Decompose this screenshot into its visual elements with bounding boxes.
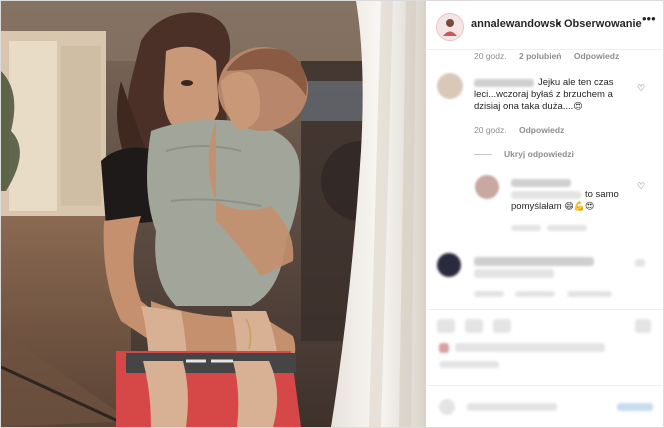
publish-button-blurred[interactable] xyxy=(617,403,653,411)
comment-2-meta: 20 godz. Odpowiedz xyxy=(474,125,574,135)
reply-line-2: pomyślałam 😄💪😍 xyxy=(511,201,594,213)
reply-avatar[interactable] xyxy=(475,175,499,199)
reply-meta-blurred xyxy=(547,225,587,231)
comment-likes[interactable]: 2 polubień xyxy=(519,51,562,61)
comment-3-blurred xyxy=(474,257,594,266)
comment-box-divider xyxy=(427,385,663,386)
more-horizontal-icon[interactable]: ••• xyxy=(642,11,656,26)
comment-time: 20 godz. xyxy=(474,51,507,61)
liked-by-blurred xyxy=(455,343,605,352)
like-comment-heart-icon[interactable]: ♡ xyxy=(637,83,645,94)
reply-emojis: 😄💪😍 xyxy=(564,202,595,212)
comment-2-line-1: Jejku ale ten czas xyxy=(538,77,614,88)
following-button[interactable]: Obserwowanie xyxy=(564,18,642,30)
comment-3-blurred xyxy=(474,269,554,278)
post-photo[interactable] xyxy=(1,1,426,427)
reply-text: pomyślałam xyxy=(511,201,562,212)
reply-line-1: to samo xyxy=(585,189,619,200)
comment-3-meta-blurred xyxy=(515,291,555,297)
hide-replies-label: Ukryj odpowiedzi xyxy=(504,149,574,159)
comment-2-line-3: dzisiaj ona taka duża....😍 xyxy=(474,101,583,113)
post-date-blurred xyxy=(439,361,499,368)
reply-username-blurred[interactable] xyxy=(511,179,571,187)
reply-meta-blurred xyxy=(511,225,541,231)
commenter-avatar[interactable] xyxy=(437,253,461,277)
author-avatar-image xyxy=(437,14,463,40)
emoji-icon-blurred[interactable] xyxy=(439,399,455,415)
author-username[interactable]: annalewandowsk xyxy=(471,18,561,30)
comment-icon-blurred[interactable] xyxy=(465,319,483,333)
save-icon-blurred[interactable] xyxy=(635,319,651,333)
replies-divider-line xyxy=(474,154,492,156)
reply-mention-blurred[interactable] xyxy=(511,191,581,199)
add-comment-input-blurred[interactable] xyxy=(467,403,557,411)
post-header: annalewandowsk • Obserwowanie ••• xyxy=(427,1,663,50)
commenter-username-blurred[interactable] xyxy=(474,79,534,87)
comment-3-meta-blurred xyxy=(567,291,612,297)
comment-2-line-2: leci...wczoraj byłaś z brzuchem a xyxy=(474,89,613,100)
comment-3-meta-blurred xyxy=(474,291,504,297)
comment-3-heart-blurred xyxy=(635,259,645,267)
like-icon-blurred[interactable] xyxy=(437,319,455,333)
reply-button[interactable]: Odpowiedz xyxy=(574,51,619,61)
comment-2-text: dzisiaj ona taka duża.... xyxy=(474,101,574,112)
like-reply-heart-icon[interactable]: ♡ xyxy=(637,181,645,192)
hide-replies-button[interactable]: Ukryj odpowiedzi xyxy=(474,149,574,159)
photo-illustration xyxy=(1,1,426,427)
actions-divider xyxy=(427,309,663,310)
share-icon-blurred[interactable] xyxy=(493,319,511,333)
comment-time: 20 godz. xyxy=(474,125,507,135)
comments-panel: annalewandowsk • Obserwowanie ••• 20 god… xyxy=(427,1,663,427)
liked-by-avatar-blurred xyxy=(439,343,449,353)
commenter-avatar[interactable] xyxy=(437,73,463,99)
heart-eyes-emoji: 😍 xyxy=(573,102,583,112)
comment-1-meta: 20 godz. 2 polubień Odpowiedz xyxy=(474,51,629,61)
reply-button[interactable]: Odpowiedz xyxy=(519,125,564,135)
author-avatar[interactable] xyxy=(436,13,464,41)
instagram-post-frame: annalewandowsk • Obserwowanie ••• 20 god… xyxy=(0,0,664,428)
header-separator: • xyxy=(557,18,561,30)
